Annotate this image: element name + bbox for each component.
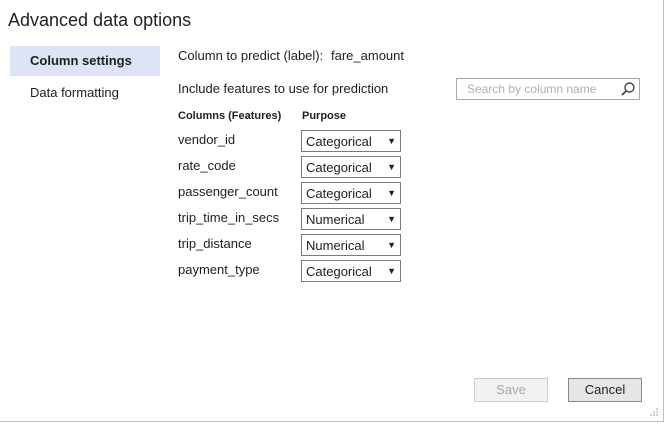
- columns-header: Columns (Features): [178, 110, 282, 122]
- feature-name: trip_distance: [178, 236, 252, 251]
- search-icon[interactable]: [620, 81, 636, 97]
- dropdown-arrow-icon: ▼: [387, 188, 396, 198]
- search-box: [456, 78, 640, 100]
- purpose-select-value: Numerical: [306, 212, 365, 227]
- purpose-select[interactable]: Categorical ▼: [301, 156, 401, 178]
- cancel-button[interactable]: Cancel: [568, 378, 642, 402]
- purpose-select[interactable]: Categorical ▼: [301, 130, 401, 152]
- purpose-header: Purpose: [302, 110, 347, 122]
- dropdown-arrow-icon: ▼: [387, 266, 396, 276]
- predict-value: fare_amount: [331, 48, 404, 63]
- dialog-title: Advanced data options: [8, 10, 192, 30]
- feature-name: trip_time_in_secs: [178, 210, 280, 225]
- purpose-select-value: Categorical: [306, 186, 372, 201]
- purpose-select[interactable]: Numerical ▼: [301, 234, 401, 256]
- purpose-select-value: Categorical: [306, 160, 372, 175]
- feature-name: passenger_count: [178, 184, 278, 199]
- purpose-select-value: Numerical: [306, 238, 365, 253]
- feature-name: payment_type: [178, 262, 260, 277]
- dropdown-arrow-icon: ▼: [387, 162, 396, 172]
- save-button[interactable]: Save: [474, 378, 548, 402]
- search-input[interactable]: [457, 79, 623, 99]
- dropdown-arrow-icon: ▼: [387, 214, 396, 224]
- sidebar-item-data-formatting[interactable]: Data formatting: [10, 78, 160, 108]
- purpose-select[interactable]: Categorical ▼: [301, 182, 401, 204]
- include-features-label: Include features to use for prediction: [178, 81, 389, 96]
- feature-name: vendor_id: [178, 132, 236, 147]
- dropdown-arrow-icon: ▼: [387, 240, 396, 250]
- purpose-select-value: Categorical: [306, 134, 372, 149]
- resize-grip-icon[interactable]: [649, 407, 659, 417]
- purpose-select-value: Categorical: [306, 264, 372, 279]
- purpose-select[interactable]: Numerical ▼: [301, 208, 401, 230]
- sidebar-item-column-settings[interactable]: Column settings: [10, 46, 160, 76]
- purpose-select[interactable]: Categorical ▼: [301, 260, 401, 282]
- feature-name: rate_code: [178, 158, 236, 173]
- predict-label: Column to predict (label):: [178, 48, 324, 63]
- advanced-data-options-dialog: Advanced data options Column settings Da…: [0, 0, 664, 422]
- dropdown-arrow-icon: ▼: [387, 136, 396, 146]
